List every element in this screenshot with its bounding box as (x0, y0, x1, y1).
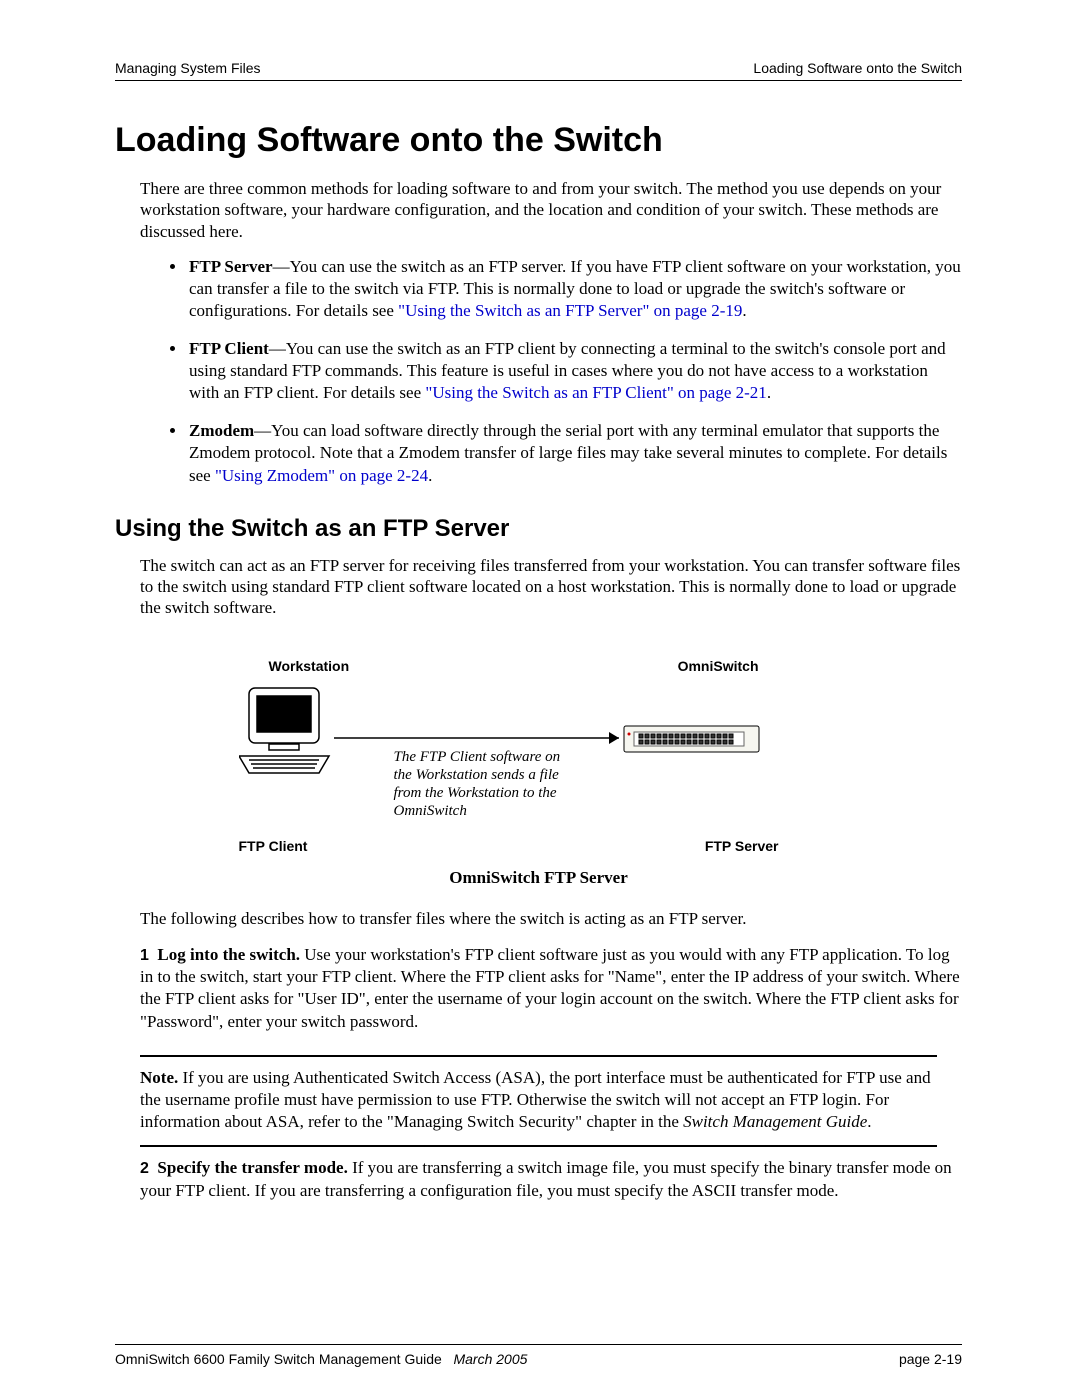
workstation-icon (239, 688, 329, 773)
list-item: Zmodem—You can load software directly th… (187, 420, 962, 486)
step-number: 2 (140, 1160, 149, 1177)
diagram: Workstation OmniSwitch FTP Client FTP Se… (259, 658, 819, 858)
methods-list: FTP Server—You can use the switch as an … (167, 256, 962, 487)
note-block: Note. If you are using Authenticated Swi… (140, 1067, 937, 1133)
diagram-svg (239, 678, 839, 858)
page-container: Managing System Files Loading Software o… (0, 0, 1080, 1397)
step-2: 2 Specify the transfer mode. If you are … (140, 1157, 962, 1202)
footer-left: OmniSwitch 6600 Family Switch Management… (115, 1351, 527, 1367)
note-end: . (867, 1112, 871, 1131)
bullet-bold: FTP Client (189, 339, 269, 358)
footer-page: page 2-19 (899, 1351, 962, 1367)
footer-title: OmniSwitch 6600 Family Switch Management… (115, 1351, 442, 1367)
bullet-bold: FTP Server (189, 257, 273, 276)
list-item: FTP Server—You can use the switch as an … (187, 256, 962, 322)
diagram-label-omniswitch: OmniSwitch (678, 658, 759, 674)
page-title: Loading Software onto the Switch (115, 121, 962, 160)
section-heading: Using the Switch as an FTP Server (115, 515, 962, 543)
divider-top (140, 1055, 937, 1057)
cross-ref-link[interactable]: "Using the Switch as an FTP Client" on p… (425, 383, 766, 402)
omniswitch-icon (624, 726, 759, 752)
footer-date: March 2005 (453, 1351, 527, 1367)
cross-ref-link[interactable]: "Using Zmodem" on page 2-24 (215, 466, 428, 485)
cross-ref-link[interactable]: "Using the Switch as an FTP Server" on p… (398, 301, 742, 320)
arrow-icon (334, 732, 619, 744)
header-left: Managing System Files (115, 60, 261, 76)
page-footer: OmniSwitch 6600 Family Switch Management… (115, 1344, 962, 1367)
figure-title: OmniSwitch FTP Server (115, 868, 962, 888)
intro-paragraph: There are three common methods for loadi… (140, 178, 962, 242)
running-header: Managing System Files Loading Software o… (115, 60, 962, 81)
divider-bottom (140, 1145, 937, 1147)
list-item: FTP Client—You can use the switch as an … (187, 338, 962, 404)
step-bold: Specify the transfer mode. (157, 1158, 347, 1177)
note-label: Note. (140, 1068, 178, 1087)
step-1: 1 Log into the switch. Use your workstat… (140, 944, 962, 1033)
bullet-bold: Zmodem (189, 421, 254, 440)
step-bold: Log into the switch. (157, 945, 300, 964)
paragraph: The following describes how to transfer … (140, 908, 962, 929)
step-number: 1 (140, 947, 149, 964)
diagram-label-workstation: Workstation (269, 658, 350, 674)
section-paragraph: The switch can act as an FTP server for … (140, 555, 962, 619)
header-right: Loading Software onto the Switch (753, 60, 962, 76)
note-italic: Switch Management Guide (683, 1112, 867, 1131)
